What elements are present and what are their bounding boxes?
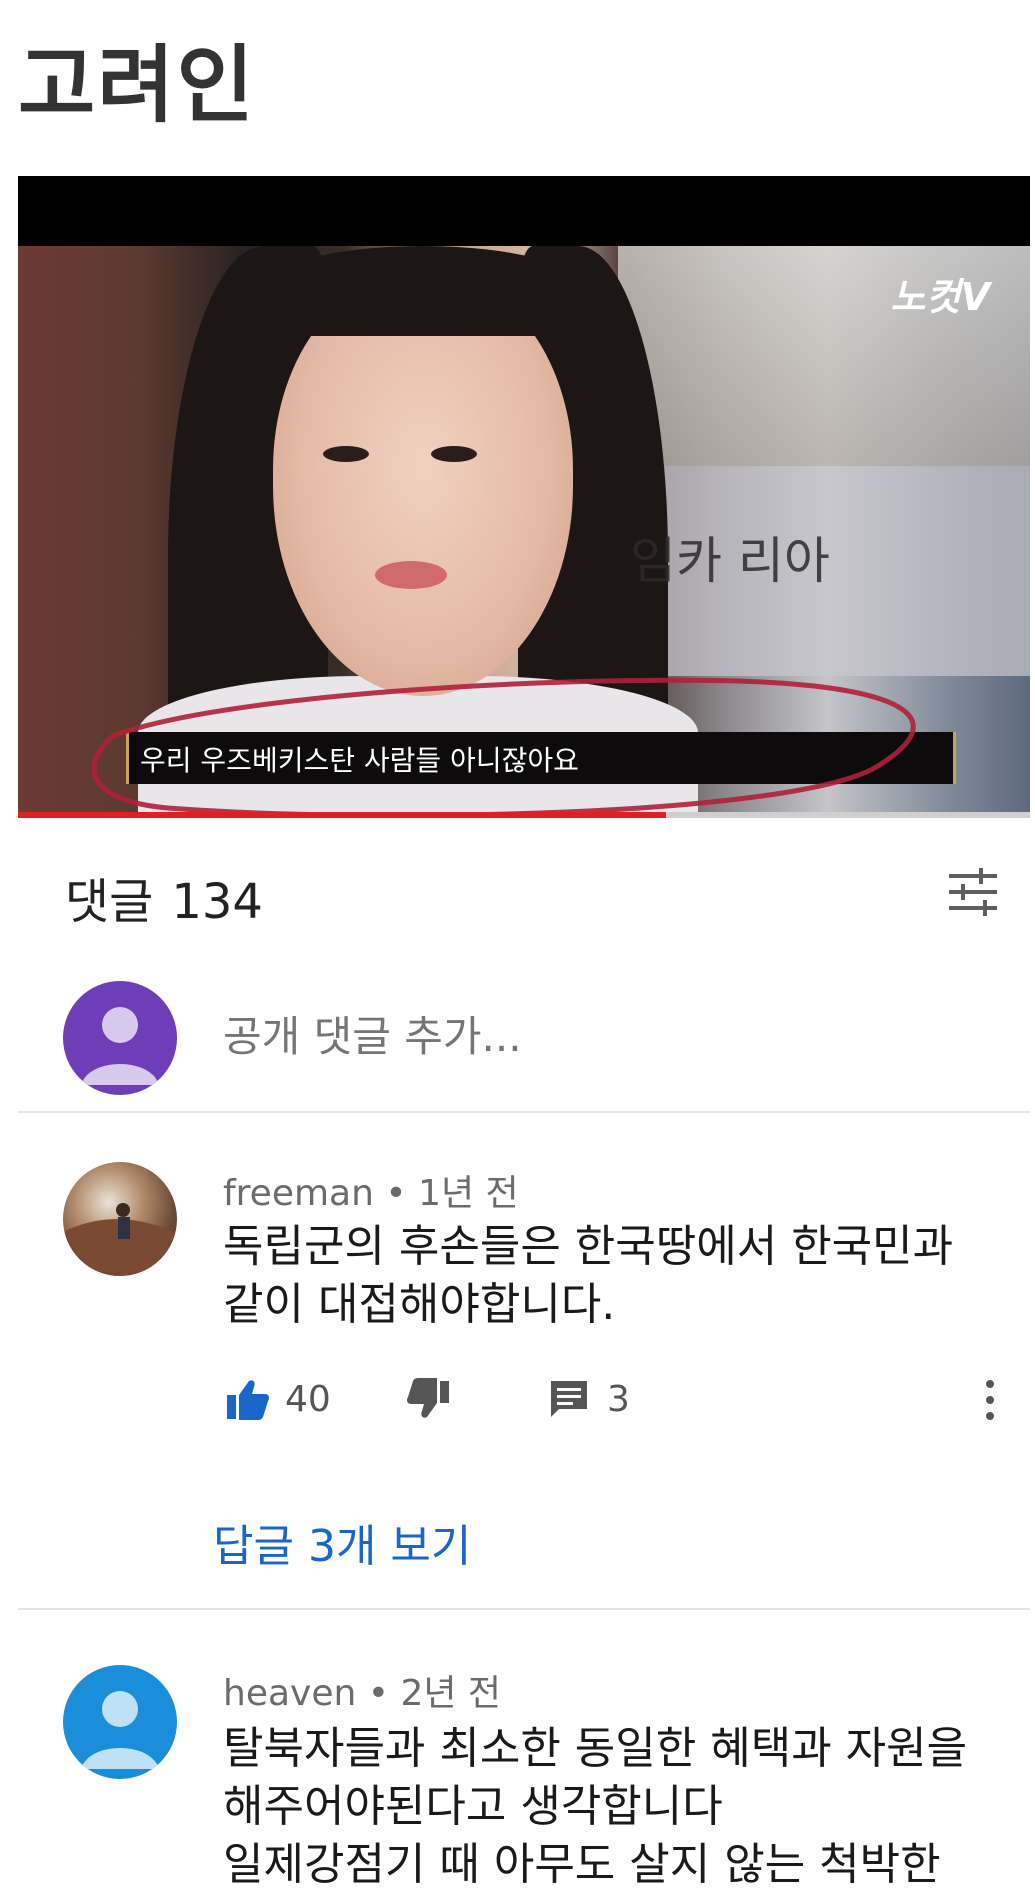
comment-text-line: 일제강점기 때 아무도 살지 않는 척박한 bbox=[223, 1839, 941, 1890]
hair-top bbox=[258, 246, 588, 336]
meta-separator: • bbox=[367, 1673, 389, 1714]
comments-count: 134 bbox=[171, 874, 263, 930]
reply-button[interactable]: 3 bbox=[545, 1375, 630, 1423]
comment-icon bbox=[551, 1381, 587, 1417]
sort-filter-icon[interactable] bbox=[945, 866, 1001, 918]
add-comment-input[interactable] bbox=[223, 1012, 923, 1061]
comment-time: 1년 전 bbox=[418, 1173, 519, 1214]
default-user-icon bbox=[81, 1691, 159, 1769]
comment-meta: freeman • 1년 전 bbox=[223, 1164, 519, 1216]
comment-text-line: 해주어야된다고 생각합니다 bbox=[223, 1781, 723, 1832]
comment-text-line: 탈북자들과 최소한 동일한 혜택과 자원을 bbox=[223, 1723, 968, 1774]
profile-photo bbox=[63, 1203, 177, 1276]
comment-meta: heaven • 2년 전 bbox=[223, 1664, 501, 1716]
comment-body: 독립군의 후손들은 한국땅에서 한국민과 같이 대접해야합니다. bbox=[223, 1218, 1013, 1334]
comment-author[interactable]: freeman bbox=[223, 1173, 374, 1214]
page-title: 고려인 bbox=[18, 36, 256, 134]
thumbs-up-icon bbox=[227, 1380, 269, 1420]
face bbox=[273, 276, 573, 696]
comments-header: 댓글 134 bbox=[65, 862, 263, 932]
comment-text-line: 같이 대접해야합니다. bbox=[223, 1279, 616, 1330]
background-sign-text: 임카 리아 bbox=[630, 532, 830, 590]
divider bbox=[18, 1608, 1030, 1610]
thumbs-down-icon bbox=[407, 1378, 449, 1418]
comment-avatar[interactable] bbox=[63, 1665, 177, 1779]
comment-time: 2년 전 bbox=[400, 1673, 502, 1714]
like-button[interactable]: 40 bbox=[223, 1375, 331, 1423]
channel-logo: 노컷V bbox=[890, 275, 990, 319]
reply-count: 3 bbox=[607, 1378, 630, 1420]
video-player[interactable]: 노컷V 임카 리아 우리 우즈베키스탄 사람들 아니잖아요 bbox=[18, 176, 1030, 818]
user-avatar[interactable] bbox=[63, 981, 177, 1095]
comment-text-line: 독립군의 후손들은 한국땅에서 한국민과 bbox=[223, 1221, 954, 1272]
meta-separator: • bbox=[385, 1173, 407, 1214]
comment-body: 탈북자들과 최소한 동일한 혜택과 자원을 해주어야된다고 생각합니다 일제강점… bbox=[223, 1720, 1013, 1894]
view-replies-link[interactable]: 답글 3개 보기 bbox=[213, 1510, 471, 1574]
eye-right bbox=[431, 446, 477, 462]
eye-left bbox=[323, 446, 369, 462]
like-count: 40 bbox=[285, 1378, 331, 1420]
more-options-icon[interactable] bbox=[982, 1378, 998, 1422]
default-user-icon bbox=[81, 1007, 159, 1085]
comment-avatar[interactable] bbox=[63, 1162, 177, 1276]
divider bbox=[18, 1111, 1030, 1113]
video-progress-fill bbox=[18, 812, 666, 818]
comments-label: 댓글 bbox=[65, 874, 154, 930]
comment-author[interactable]: heaven bbox=[223, 1673, 356, 1714]
mouth bbox=[375, 561, 447, 589]
dislike-button[interactable] bbox=[405, 1375, 453, 1423]
video-progress-bar[interactable] bbox=[18, 812, 1030, 818]
video-subtitle: 우리 우즈베키스탄 사람들 아니잖아요 bbox=[140, 744, 579, 777]
